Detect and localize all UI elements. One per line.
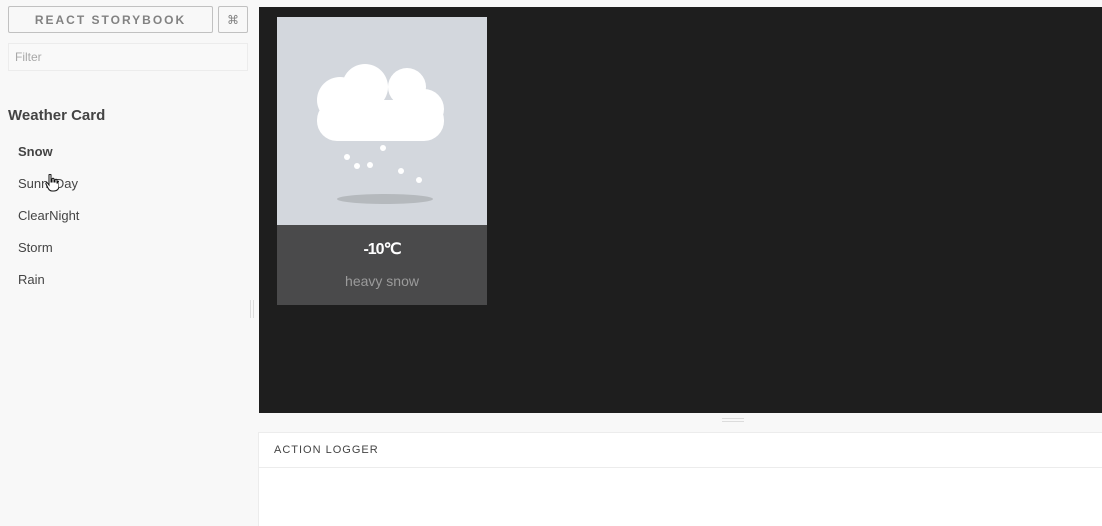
story-item-storm[interactable]: Storm — [18, 240, 79, 272]
temperature-label: -10℃ — [363, 241, 401, 258]
weather-description: heavy snow — [345, 273, 419, 289]
story-kind-title: Weather Card — [8, 107, 106, 124]
story-item-rain[interactable]: Rain — [18, 272, 79, 304]
storybook-brand-button[interactable]: REACT STORYBOOK — [8, 6, 213, 33]
snow-cloud-icon — [317, 64, 444, 204]
addon-panel: ACTION LOGGER — [258, 432, 1102, 526]
shortcuts-button[interactable]: ⌘ — [218, 6, 248, 33]
weather-illustration — [277, 17, 487, 225]
weather-card: -10℃ heavy snow — [277, 17, 487, 305]
action-logger-content — [259, 468, 1102, 526]
tab-action-logger[interactable]: ACTION LOGGER — [274, 444, 379, 456]
addon-panel-resize-handle[interactable] — [722, 418, 744, 422]
addon-tab-bar: ACTION LOGGER — [259, 433, 1102, 468]
story-item-snow[interactable]: Snow — [18, 144, 79, 176]
filter-input[interactable] — [8, 43, 248, 71]
stories-panel: REACT STORYBOOK ⌘ Weather Card Snow Sunn… — [0, 0, 250, 526]
story-list: Snow SunnyDay ClearNight Storm Rain — [18, 144, 79, 304]
command-icon: ⌘ — [227, 12, 239, 27]
weather-info: -10℃ heavy snow — [277, 225, 487, 305]
story-item-sunnyday[interactable]: SunnyDay — [18, 176, 79, 208]
story-item-clearnight[interactable]: ClearNight — [18, 208, 79, 240]
sidebar-resize-handle[interactable] — [250, 300, 254, 318]
preview-frame: -10℃ heavy snow — [259, 7, 1102, 413]
